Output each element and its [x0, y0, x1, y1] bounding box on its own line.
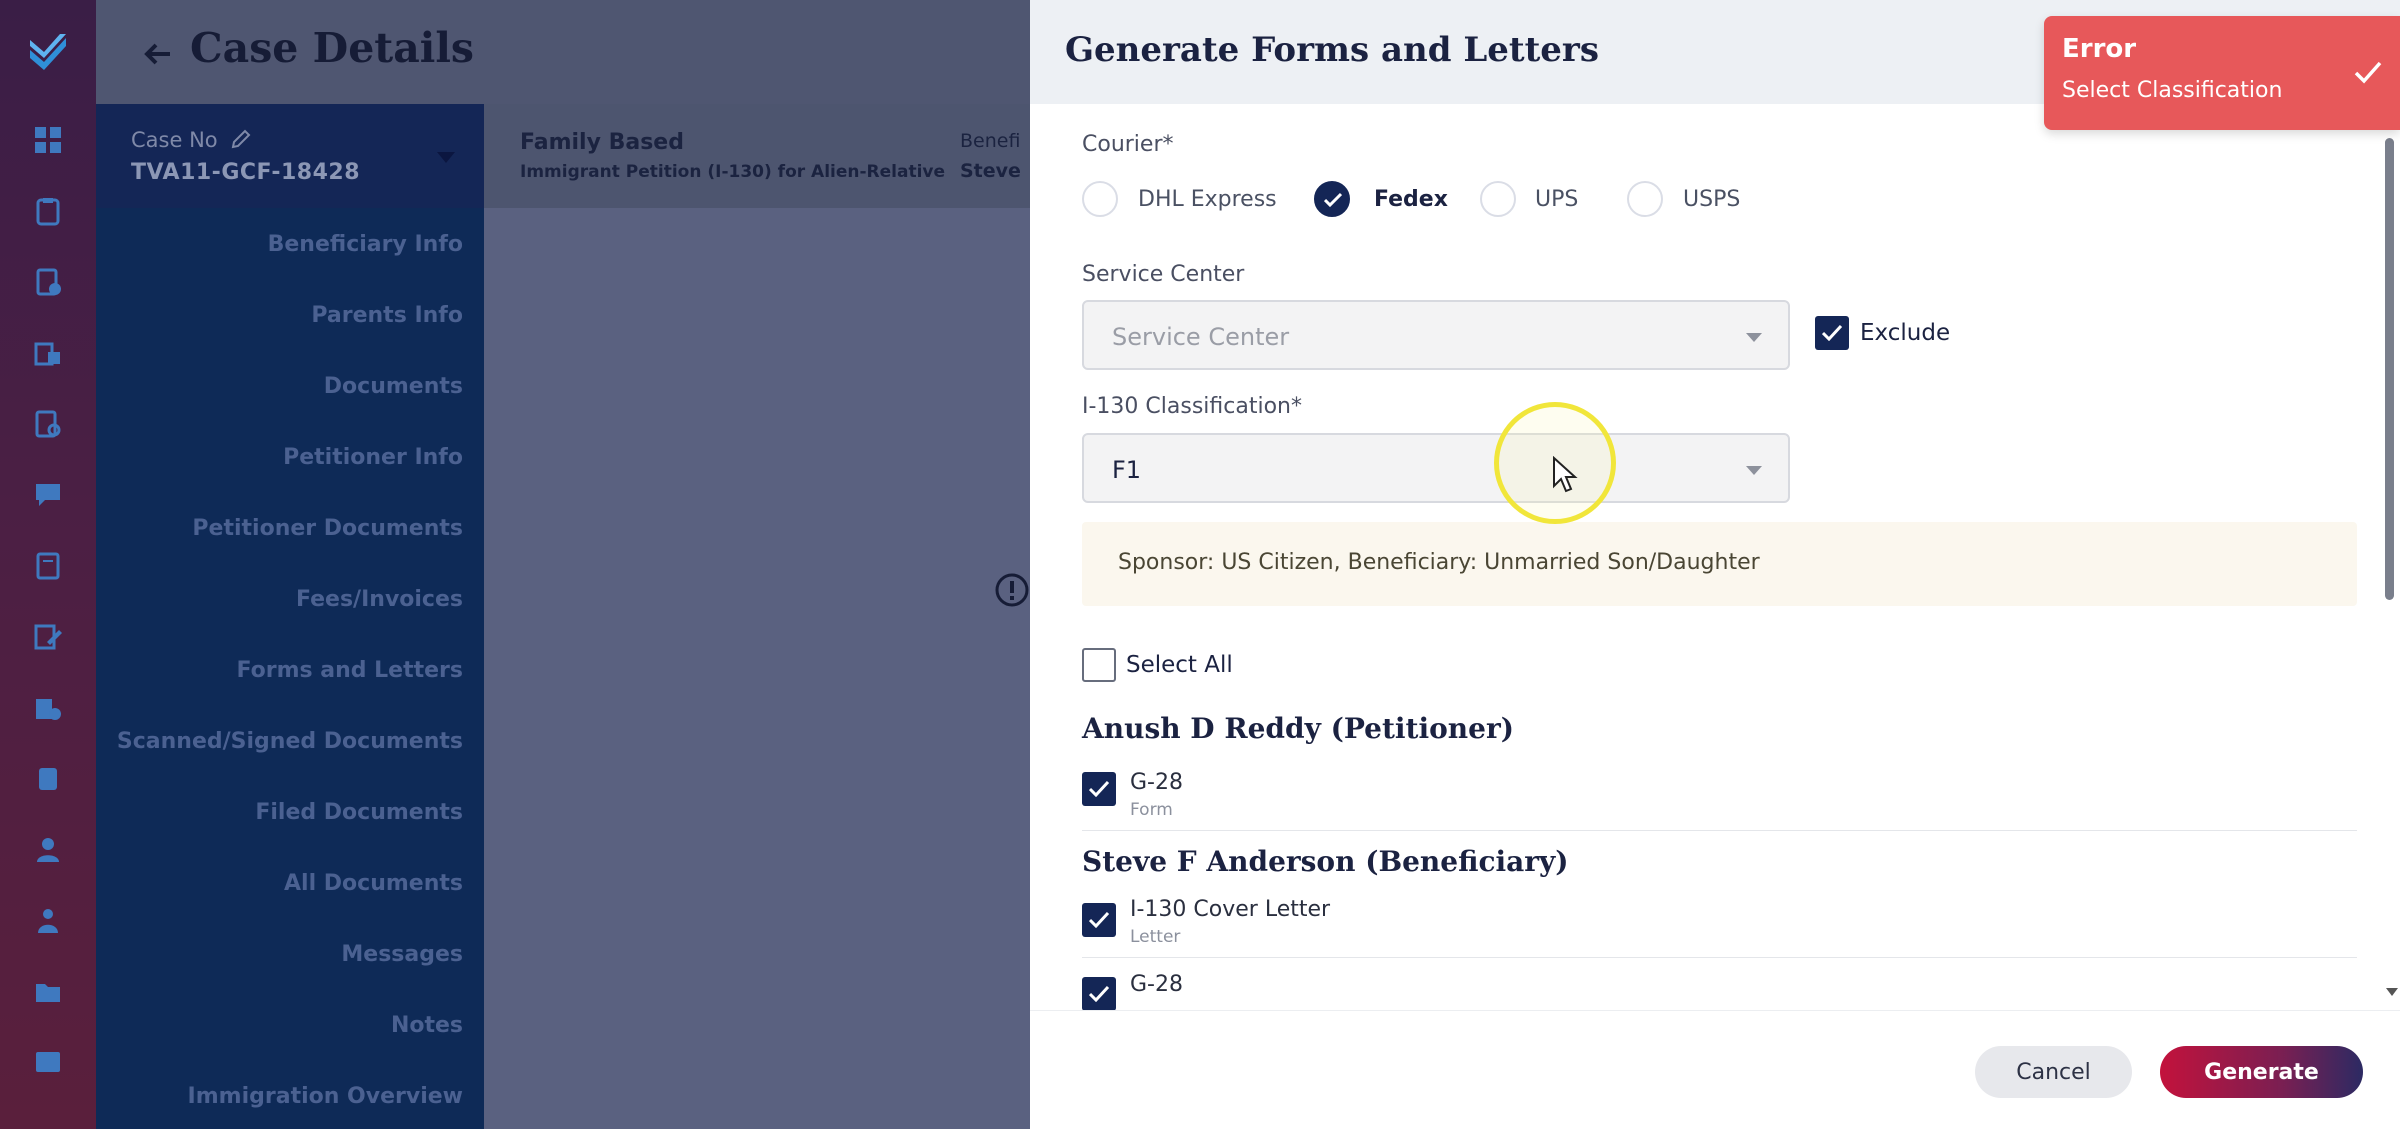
- service-center-placeholder: Service Center: [1112, 323, 1290, 351]
- modal-title: Generate Forms and Letters: [1065, 30, 1599, 70]
- clipboard-icon[interactable]: [30, 193, 66, 229]
- classification-hint-text: Sponsor: US Citizen, Beneficiary: Unmarr…: [1118, 550, 1760, 575]
- sidebar-item-scanned-signed-documents[interactable]: Scanned/Signed Documents: [103, 729, 463, 754]
- exclude-label[interactable]: Exclude: [1860, 320, 1950, 346]
- classification-label: I-130 Classification*: [1082, 394, 1302, 419]
- select-all-checkbox[interactable]: [1082, 648, 1116, 682]
- logo-icon[interactable]: [24, 28, 72, 76]
- sidebar-item-forms-and-letters[interactable]: Forms and Letters: [103, 658, 463, 683]
- building-file-icon[interactable]: [30, 335, 66, 371]
- radio-usps[interactable]: [1627, 181, 1663, 217]
- message-icon[interactable]: [30, 1045, 66, 1081]
- case-subtype: Immigrant Petition (I-130) for Alien-Rel…: [520, 162, 946, 182]
- icon-rail: [0, 0, 96, 1129]
- doc-checkbox-i130-cover-letter[interactable]: [1082, 903, 1116, 937]
- sidebar-item-immigration-overview[interactable]: Immigration Overview: [103, 1084, 463, 1109]
- document-search-icon[interactable]: [30, 406, 66, 442]
- sidebar-item-filed-documents[interactable]: Filed Documents: [103, 800, 463, 825]
- chat-icon[interactable]: [30, 477, 66, 513]
- sidebar-item-petitioner-documents[interactable]: Petitioner Documents: [103, 516, 463, 541]
- check-icon: [1089, 780, 1109, 797]
- courier-label: Courier*: [1082, 132, 1174, 157]
- radio-dhl-express[interactable]: [1082, 181, 1118, 217]
- classification-hint: Sponsor: US Citizen, Beneficiary: Unmarr…: [1082, 522, 2357, 606]
- cancel-button[interactable]: Cancel: [1975, 1046, 2132, 1098]
- error-toast: Error Select Classification: [2044, 16, 2400, 130]
- chevron-down-icon[interactable]: [437, 152, 455, 163]
- sidebar-item-petitioner-info[interactable]: Petitioner Info: [103, 445, 463, 470]
- radio-label-dhl-express[interactable]: DHL Express: [1138, 187, 1277, 212]
- group-title-beneficiary: Steve F Anderson (Beneficiary): [1082, 845, 1569, 878]
- cursor-icon: [1553, 456, 1578, 493]
- edit-file-icon[interactable]: [30, 619, 66, 655]
- sidebar-item-all-documents[interactable]: All Documents: [103, 871, 463, 896]
- beneficiary-label: Benefi: [960, 130, 1021, 152]
- radio-label-usps[interactable]: USPS: [1683, 187, 1740, 212]
- sidebar-item-documents[interactable]: Documents: [103, 374, 463, 399]
- doc-checkbox-g28-petitioner[interactable]: [1082, 772, 1116, 806]
- user-icon[interactable]: [30, 832, 66, 868]
- toast-message: Select Classification: [2062, 78, 2283, 103]
- radio-ups[interactable]: [1480, 181, 1516, 217]
- toast-title: Error: [2062, 34, 2137, 64]
- case-type: Family Based: [520, 130, 684, 155]
- info-icon: [995, 573, 1029, 607]
- dashboard-icon[interactable]: [30, 122, 66, 158]
- group-title-petitioner: Anush D Reddy (Petitioner): [1082, 712, 1514, 745]
- classification-value: F1: [1112, 456, 1142, 484]
- check-icon: [1324, 192, 1342, 208]
- sidebar-item-notes[interactable]: Notes: [103, 1013, 463, 1038]
- sidebar-item-fees-invoices[interactable]: Fees/Invoices: [103, 587, 463, 612]
- doc-name: I-130 Cover Letter: [1130, 897, 1331, 922]
- check-icon: [1822, 324, 1842, 341]
- doc-name: G-28: [1130, 972, 1183, 997]
- book-icon[interactable]: [30, 548, 66, 584]
- classification-select[interactable]: F1: [1082, 433, 1790, 503]
- doc-name: G-28: [1130, 770, 1183, 795]
- chevron-down-icon: [1746, 466, 1762, 475]
- radio-fedex[interactable]: [1314, 181, 1350, 217]
- sidebar-item-beneficiary-info[interactable]: Beneficiary Info: [103, 232, 463, 257]
- select-all-label[interactable]: Select All: [1126, 652, 1233, 678]
- case-no-label: Case No: [131, 128, 218, 152]
- file-check-icon[interactable]: [30, 264, 66, 300]
- building-check-icon[interactable]: [30, 690, 66, 726]
- divider: [1082, 957, 2357, 958]
- exclude-checkbox[interactable]: [1815, 316, 1849, 350]
- content-area: [484, 208, 1030, 1129]
- back-arrow-icon[interactable]: [140, 36, 176, 72]
- users-icon[interactable]: [30, 903, 66, 939]
- doc-checkbox-g28-beneficiary[interactable]: [1082, 977, 1116, 1011]
- edit-icon[interactable]: [230, 128, 252, 150]
- page-title: Case Details: [190, 24, 475, 72]
- radio-label-fedex[interactable]: Fedex: [1374, 187, 1448, 212]
- doc-type: Letter: [1130, 927, 1181, 947]
- beneficiary-value: Steve: [960, 160, 1021, 182]
- check-icon: [1089, 911, 1109, 928]
- check-icon: [1089, 985, 1109, 1002]
- scroll-down-icon[interactable]: [2386, 988, 2398, 996]
- radio-label-ups[interactable]: UPS: [1535, 187, 1578, 212]
- case-selector[interactable]: [96, 104, 484, 208]
- service-center-select[interactable]: Service Center: [1082, 300, 1790, 370]
- sidebar-item-messages[interactable]: Messages: [103, 942, 463, 967]
- service-center-label: Service Center: [1082, 262, 1245, 287]
- generate-button[interactable]: Generate: [2160, 1046, 2363, 1098]
- generate-forms-modal: Generate Forms and Letters Courier* DHL …: [1030, 0, 2400, 1129]
- scrollbar[interactable]: [2385, 138, 2394, 600]
- doc-type: Form: [1130, 800, 1173, 820]
- case-no-value: TVA11-GCF-18428: [131, 160, 361, 185]
- check-icon[interactable]: [2350, 54, 2386, 90]
- footer-divider: [1030, 1010, 2400, 1011]
- chevron-down-icon: [1746, 333, 1762, 342]
- divider: [1082, 830, 2357, 831]
- badge-icon[interactable]: [30, 761, 66, 797]
- folder-icon[interactable]: [30, 974, 66, 1010]
- sidebar-item-parents-info[interactable]: Parents Info: [103, 303, 463, 328]
